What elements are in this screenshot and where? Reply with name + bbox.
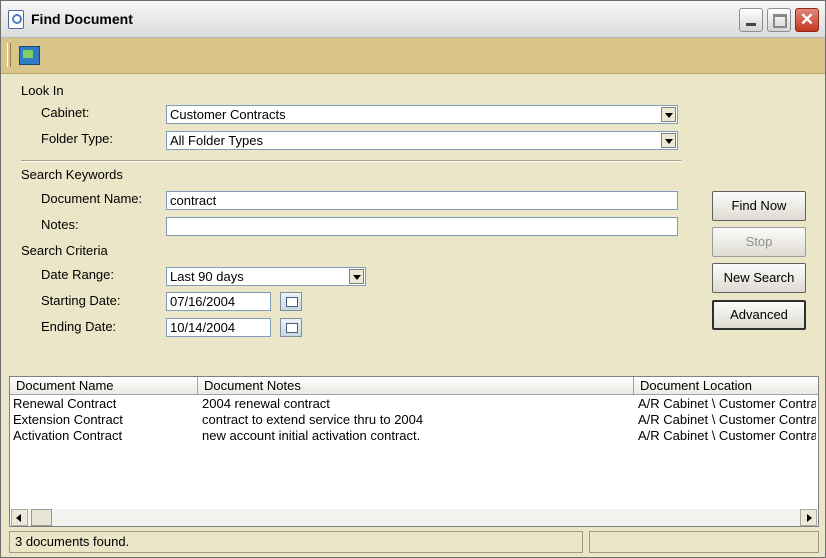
scroll-left-icon[interactable] xyxy=(11,509,28,526)
cabinet-select[interactable]: Customer Contracts xyxy=(166,105,678,124)
ending-date-input[interactable]: 10/14/2004 xyxy=(166,318,271,337)
notes-input[interactable] xyxy=(166,217,678,236)
results-list[interactable]: Document Name Document Notes Document Lo… xyxy=(9,376,819,527)
ending-date-label: Ending Date: xyxy=(41,319,117,334)
find-document-window: Find Document ✕ Look In Cabinet: Custome… xyxy=(0,0,826,558)
starting-date-input[interactable]: 07/16/2004 xyxy=(166,292,271,311)
document-name-input[interactable]: contract xyxy=(166,191,678,210)
date-range-selected-value: Last 90 days xyxy=(170,269,244,284)
table-row-1-notes[interactable]: 2004 renewal contract xyxy=(202,396,622,412)
status-text: 3 documents found. xyxy=(15,534,130,549)
date-range-select[interactable]: Last 90 days xyxy=(166,267,366,286)
calendar-icon[interactable] xyxy=(280,318,302,337)
column-header-document-name[interactable]: Document Name xyxy=(10,377,198,395)
find-document-icon xyxy=(8,10,24,29)
calendar-icon[interactable] xyxy=(280,292,302,311)
horizontal-scrollbar[interactable] xyxy=(11,509,817,526)
starting-date-value: 07/16/2004 xyxy=(170,294,236,309)
chevron-down-icon[interactable] xyxy=(661,133,676,148)
search-criteria-heading: Search Criteria xyxy=(21,243,108,258)
scroll-right-icon[interactable] xyxy=(800,509,817,526)
chevron-down-icon[interactable] xyxy=(349,269,364,284)
minimize-button[interactable] xyxy=(739,8,763,32)
date-range-label: Date Range: xyxy=(41,267,114,282)
table-row-1-name[interactable]: Renewal Contract xyxy=(13,396,193,412)
column-header-document-notes[interactable]: Document Notes xyxy=(198,377,634,395)
table-row-1-location[interactable]: A/R Cabinet \ Customer Contra xyxy=(638,396,816,412)
status-panel xyxy=(589,531,819,553)
table-row-3-location[interactable]: A/R Cabinet \ Customer Contra xyxy=(638,428,816,444)
window-title: Find Document xyxy=(31,11,133,27)
scrollbar-thumb[interactable] xyxy=(31,509,52,526)
document-name-label: Document Name: xyxy=(41,191,143,206)
folder-type-select[interactable]: All Folder Types xyxy=(166,131,678,150)
table-row-3-notes[interactable]: new account initial activation contract. xyxy=(202,428,622,444)
starting-date-label: Starting Date: xyxy=(41,293,121,308)
close-icon: ✕ xyxy=(799,10,815,29)
column-header-document-location[interactable]: Document Location xyxy=(634,377,818,395)
status-bar: 3 documents found. xyxy=(9,531,583,553)
close-button[interactable]: ✕ xyxy=(795,8,819,32)
notes-label: Notes: xyxy=(41,217,79,232)
ending-date-value: 10/14/2004 xyxy=(170,320,236,335)
advanced-button[interactable]: Advanced xyxy=(712,300,806,330)
folder-type-label: Folder Type: xyxy=(41,131,114,146)
toolbar-grip[interactable] xyxy=(7,43,11,67)
folder-type-selected-value: All Folder Types xyxy=(170,133,263,148)
title-bar[interactable]: Find Document ✕ xyxy=(1,1,825,38)
stop-button[interactable]: Stop xyxy=(712,227,806,257)
document-name-value: contract xyxy=(170,193,217,208)
search-keywords-heading: Search Keywords xyxy=(21,167,123,182)
new-search-button[interactable]: New Search xyxy=(712,263,806,293)
table-row-3-name[interactable]: Activation Contract xyxy=(13,428,193,444)
chevron-down-icon[interactable] xyxy=(661,107,676,122)
app-toolbar-icon[interactable] xyxy=(19,46,40,65)
toolbar xyxy=(1,38,825,74)
look-in-heading: Look In xyxy=(21,83,64,98)
table-row-2-name[interactable]: Extension Contract xyxy=(13,412,193,428)
table-row-2-location[interactable]: A/R Cabinet \ Customer Contra xyxy=(638,412,816,428)
maximize-button[interactable] xyxy=(767,8,791,32)
cabinet-selected-value: Customer Contracts xyxy=(170,107,286,122)
section-divider xyxy=(21,160,681,162)
table-row-2-notes[interactable]: contract to extend service thru to 2004 xyxy=(202,412,622,428)
find-now-button[interactable]: Find Now xyxy=(712,191,806,221)
cabinet-label: Cabinet: xyxy=(41,105,90,120)
